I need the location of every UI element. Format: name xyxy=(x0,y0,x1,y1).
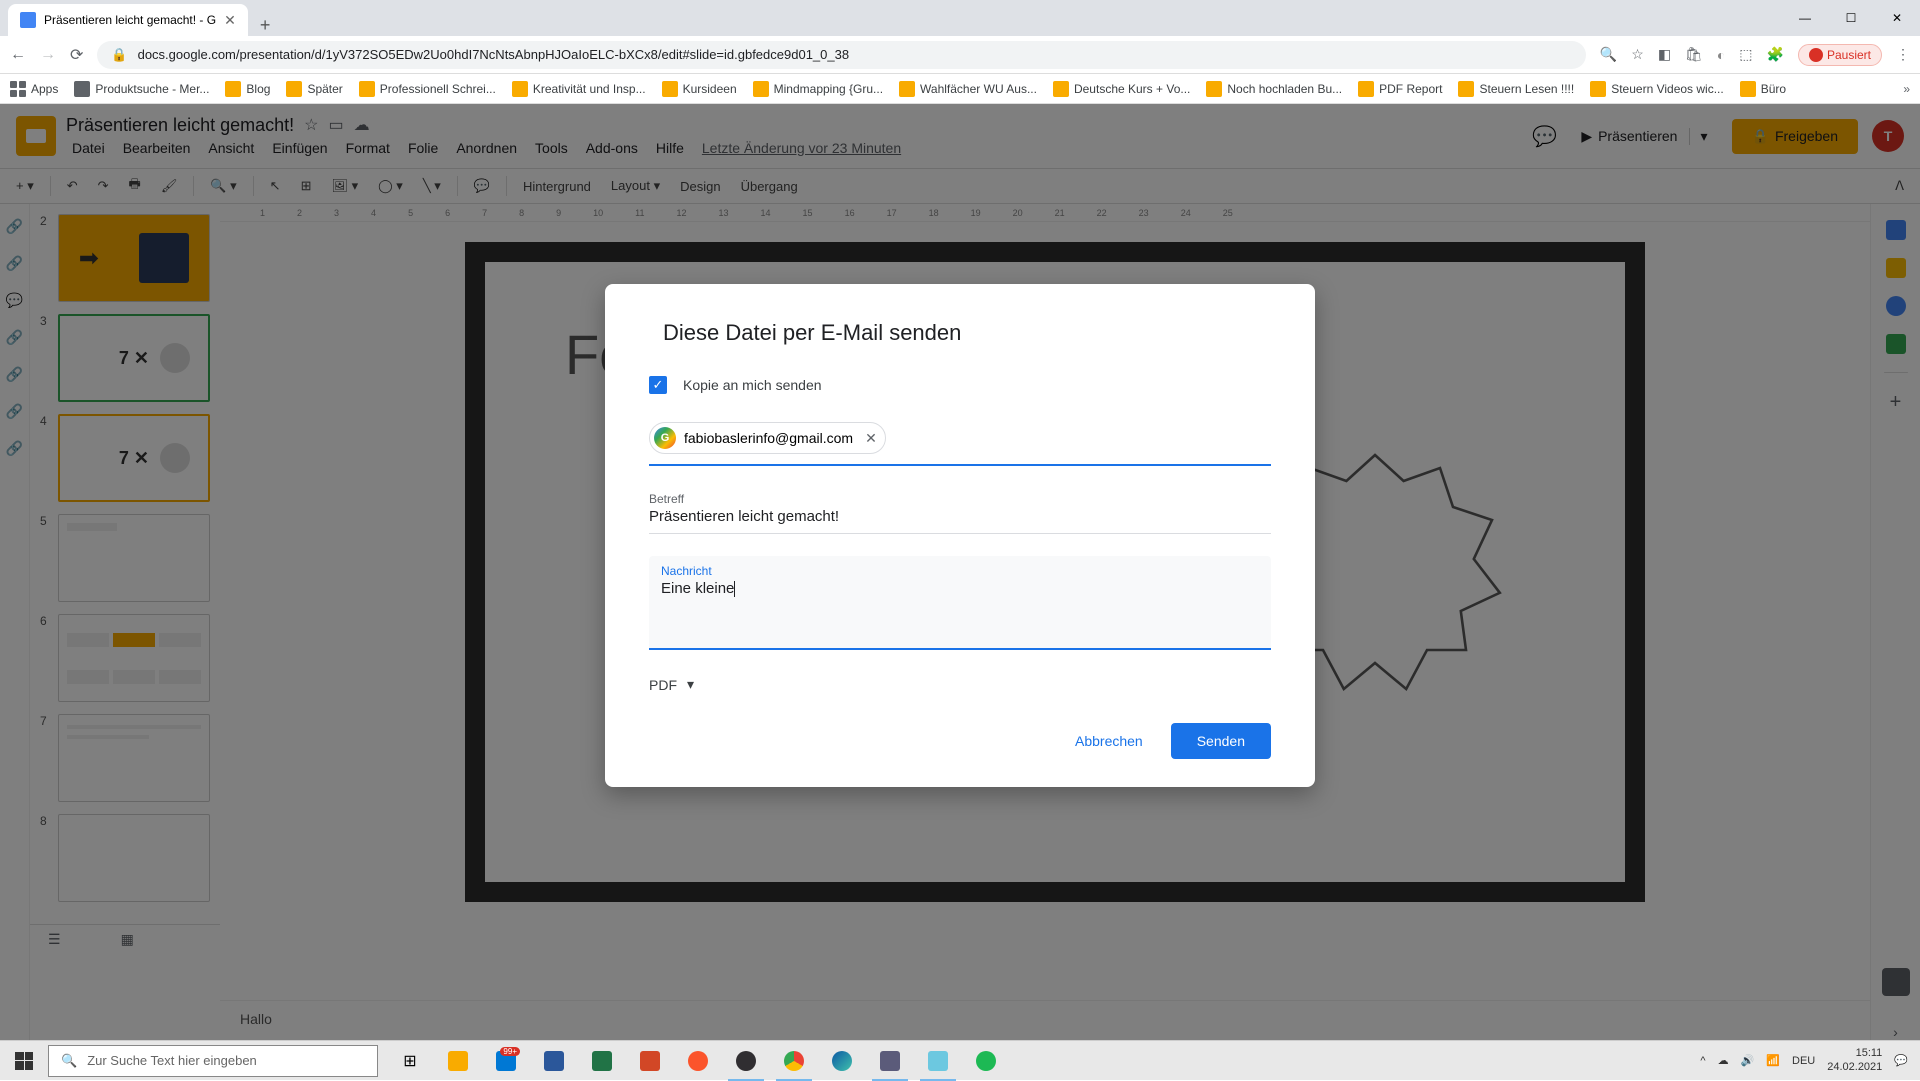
recipient-chip[interactable]: G fabiobaslerinfo@gmail.com ✕ xyxy=(649,422,886,454)
bookmark-item[interactable]: Deutsche Kurs + Vo... xyxy=(1053,81,1190,97)
subject-value: Präsentieren leicht gemacht! xyxy=(649,508,1271,525)
system-tray: ^ ☁ 🔊 📶 DEU 15:11 24.02.2021 💬 xyxy=(1700,1047,1920,1073)
tab-title: Präsentieren leicht gemacht! - G xyxy=(44,13,216,27)
edge-icon[interactable] xyxy=(818,1041,866,1081)
window-close[interactable]: ✕ xyxy=(1874,0,1920,36)
copy-self-checkbox[interactable]: ✓ xyxy=(649,376,667,394)
email-file-modal: Diese Datei per E-Mail senden ✓ Kopie an… xyxy=(605,284,1315,787)
copy-self-label: Kopie an mich senden xyxy=(683,377,822,393)
bookmark-item[interactable]: Kursideen xyxy=(662,81,737,97)
bookmark-item[interactable]: Noch hochladen Bu... xyxy=(1206,81,1342,97)
profile-paused-button[interactable]: Pausiert xyxy=(1798,44,1882,66)
tray-onedrive-icon[interactable]: ☁ xyxy=(1718,1054,1729,1067)
bookmarks-bar: Apps Produktsuche - Mer... Blog Später P… xyxy=(0,74,1920,104)
spotify-icon[interactable] xyxy=(962,1041,1010,1081)
send-button[interactable]: Senden xyxy=(1171,723,1271,759)
extension-icon-4[interactable]: ⬚ xyxy=(1739,46,1752,63)
brave-icon[interactable] xyxy=(674,1041,722,1081)
tray-clock[interactable]: 15:11 24.02.2021 xyxy=(1827,1047,1882,1073)
obs-icon[interactable] xyxy=(722,1041,770,1081)
search-icon: 🔍 xyxy=(61,1053,77,1069)
subject-field[interactable]: Betreff Präsentieren leicht gemacht! xyxy=(649,488,1271,534)
nav-forward-icon[interactable]: → xyxy=(40,46,56,64)
new-tab-button[interactable]: + xyxy=(248,15,283,36)
tray-wifi-icon[interactable]: 📶 xyxy=(1766,1054,1780,1067)
dropdown-icon: ▾ xyxy=(687,676,694,693)
bookmark-item[interactable]: Professionell Schrei... xyxy=(359,81,496,97)
excel-icon[interactable] xyxy=(578,1041,626,1081)
windows-logo-icon xyxy=(15,1052,33,1070)
nav-reload-icon[interactable]: ⟳ xyxy=(70,45,83,65)
apps-icon xyxy=(10,81,26,97)
slides-favicon xyxy=(20,12,36,28)
bookmark-item[interactable]: Mindmapping {Gru... xyxy=(753,81,883,97)
extension-icon-3[interactable]: ◐ xyxy=(1717,47,1725,63)
bookmark-item[interactable]: Produktsuche - Mer... xyxy=(74,81,209,97)
window-minimize[interactable]: — xyxy=(1782,0,1828,36)
extension-icon[interactable]: ◧ xyxy=(1658,46,1671,63)
tab-close-icon[interactable]: ✕ xyxy=(224,12,236,29)
search-placeholder: Zur Suche Text hier eingeben xyxy=(87,1053,257,1068)
nav-back-icon[interactable]: ← xyxy=(10,46,26,64)
modal-backdrop[interactable]: Diese Datei per E-Mail senden ✓ Kopie an… xyxy=(0,104,1920,1040)
star-icon[interactable]: ☆ xyxy=(1631,46,1644,63)
task-view-icon[interactable]: ⊞ xyxy=(386,1041,434,1081)
window-maximize[interactable]: ☐ xyxy=(1828,0,1874,36)
bookmark-item[interactable]: Steuern Videos wic... xyxy=(1590,81,1724,97)
mail-icon[interactable]: 99+ xyxy=(482,1041,530,1081)
recipient-email: fabiobaslerinfo@gmail.com xyxy=(684,430,853,446)
word-icon[interactable] xyxy=(530,1041,578,1081)
message-label: Nachricht xyxy=(661,564,1259,578)
apps-shortcut[interactable]: Apps xyxy=(10,81,58,97)
subject-label: Betreff xyxy=(649,492,1271,506)
message-value: Eine kleine xyxy=(661,580,734,597)
chrome-icon[interactable] xyxy=(770,1041,818,1081)
message-field[interactable]: Nachricht Eine kleine xyxy=(649,556,1271,650)
recipients-field[interactable]: G fabiobaslerinfo@gmail.com ✕ xyxy=(649,414,1271,466)
notepad-icon[interactable] xyxy=(914,1041,962,1081)
notifications-icon[interactable]: 💬 xyxy=(1894,1054,1908,1067)
windows-taskbar: 🔍 Zur Suche Text hier eingeben ⊞ 99+ ^ ☁… xyxy=(0,1040,1920,1080)
menu-icon[interactable]: ⋮ xyxy=(1896,46,1910,63)
zoom-icon[interactable]: 🔍 xyxy=(1600,46,1617,63)
browser-tab-strip: Präsentieren leicht gemacht! - G ✕ + — ☐… xyxy=(0,0,1920,36)
remove-chip-icon[interactable]: ✕ xyxy=(865,430,877,447)
taskbar-search[interactable]: 🔍 Zur Suche Text hier eingeben xyxy=(48,1045,378,1077)
bookmark-item[interactable]: Blog xyxy=(225,81,270,97)
powerpoint-icon[interactable] xyxy=(626,1041,674,1081)
browser-toolbar: ← → ⟳ 🔒 docs.google.com/presentation/d/1… xyxy=(0,36,1920,74)
cancel-button[interactable]: Abbrechen xyxy=(1057,723,1161,759)
browser-tab[interactable]: Präsentieren leicht gemacht! - G ✕ xyxy=(8,4,248,36)
start-button[interactable] xyxy=(0,1041,48,1081)
bookmark-item[interactable]: Später xyxy=(286,81,342,97)
bookmark-item[interactable]: Wahlfächer WU Aus... xyxy=(899,81,1037,97)
url-text: docs.google.com/presentation/d/1yV372SO5… xyxy=(138,47,849,62)
extension-icon-2[interactable]: 🛍 xyxy=(1685,46,1703,63)
tray-volume-icon[interactable]: 🔊 xyxy=(1741,1054,1755,1067)
lock-icon: 🔒 xyxy=(111,47,127,63)
address-bar[interactable]: 🔒 docs.google.com/presentation/d/1yV372S… xyxy=(97,41,1585,69)
app-icon[interactable] xyxy=(866,1041,914,1081)
explorer-icon[interactable] xyxy=(434,1041,482,1081)
recipient-avatar-icon: G xyxy=(654,427,676,449)
bookmark-item[interactable]: Steuern Lesen !!!! xyxy=(1458,81,1574,97)
bookmark-item[interactable]: PDF Report xyxy=(1358,81,1442,97)
text-cursor xyxy=(734,581,735,597)
bookmarks-overflow-icon[interactable]: » xyxy=(1903,82,1910,96)
tray-lang[interactable]: DEU xyxy=(1792,1055,1815,1067)
modal-title: Diese Datei per E-Mail senden xyxy=(663,320,1271,346)
tray-chevron-icon[interactable]: ^ xyxy=(1700,1055,1705,1067)
bookmark-item[interactable]: Kreativität und Insp... xyxy=(512,81,646,97)
format-dropdown[interactable]: PDF ▾ xyxy=(649,676,1271,693)
bookmark-item[interactable]: Büro xyxy=(1740,81,1786,97)
extensions-icon[interactable]: 🧩 xyxy=(1767,46,1784,63)
